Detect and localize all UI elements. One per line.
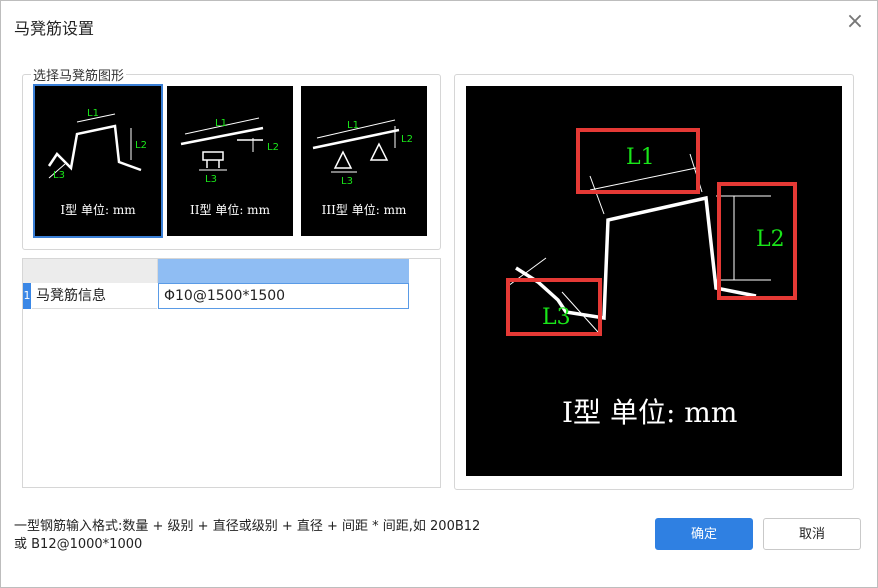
shape-group-label: 选择马凳筋图形 (31, 65, 127, 84)
grid-cell-value-input[interactable]: Φ10@1500*1500 (158, 283, 409, 309)
preview-diagram: L1 L2 L3 I型 单位: mm (506, 128, 797, 429)
shape-option-type-3[interactable]: L1 L2 L3 III型 单位: mm (301, 86, 427, 236)
preview-l3-label: L3 (542, 305, 571, 330)
type-3-l1-label: L1 (347, 120, 359, 131)
row-number: 1 (23, 283, 31, 309)
cancel-button[interactable]: 取消 (763, 518, 861, 550)
close-icon[interactable]: × (844, 11, 866, 33)
hint-line-2: 或 B12@1000*1000 (14, 537, 143, 552)
ok-button[interactable]: 确定 (655, 518, 753, 550)
preview-l2-label: L2 (756, 227, 785, 252)
dialog-title: 马凳筋设置 (14, 19, 95, 38)
preview-l1-label: L1 (626, 145, 655, 170)
grid-cell-name: 马凳筋信息 (32, 283, 157, 309)
type-1-l3-label: L3 (53, 170, 65, 181)
shape-option-type-1[interactable]: L1 L2 L3 I型 单位: mm (33, 84, 163, 238)
type-1-l2-label: L2 (135, 140, 147, 151)
property-grid: 1 马凳筋信息 Φ10@1500*1500 (22, 258, 441, 488)
type-2-l1-label: L1 (215, 118, 227, 129)
type-2-l2-label: L2 (267, 142, 279, 153)
preview-caption: I型 单位: mm (562, 396, 737, 429)
grid-header-value (158, 259, 409, 283)
type-3-l3-label: L3 (341, 176, 353, 187)
type-2-l3-label: L3 (205, 174, 217, 185)
input-format-hint: 一型钢筋输入格式:数量 + 级别 + 直径或级别 + 直径 + 间距 * 间距,… (14, 518, 634, 554)
preview-canvas: L1 L2 L3 I型 单位: mm (466, 86, 842, 476)
shape-option-type-2[interactable]: L1 L2 L3 II型 单位: mm (167, 86, 293, 236)
type-3-l2-label: L2 (401, 134, 413, 145)
type-1-l1-label: L1 (87, 108, 99, 119)
type-3-caption: III型 单位: mm (321, 203, 407, 217)
type-2-caption: II型 单位: mm (190, 203, 270, 217)
type-1-caption: I型 单位: mm (60, 203, 136, 217)
hint-line-1: 一型钢筋输入格式:数量 + 级别 + 直径或级别 + 直径 + 间距 * 间距,… (14, 519, 481, 534)
grid-header-name (23, 259, 158, 283)
